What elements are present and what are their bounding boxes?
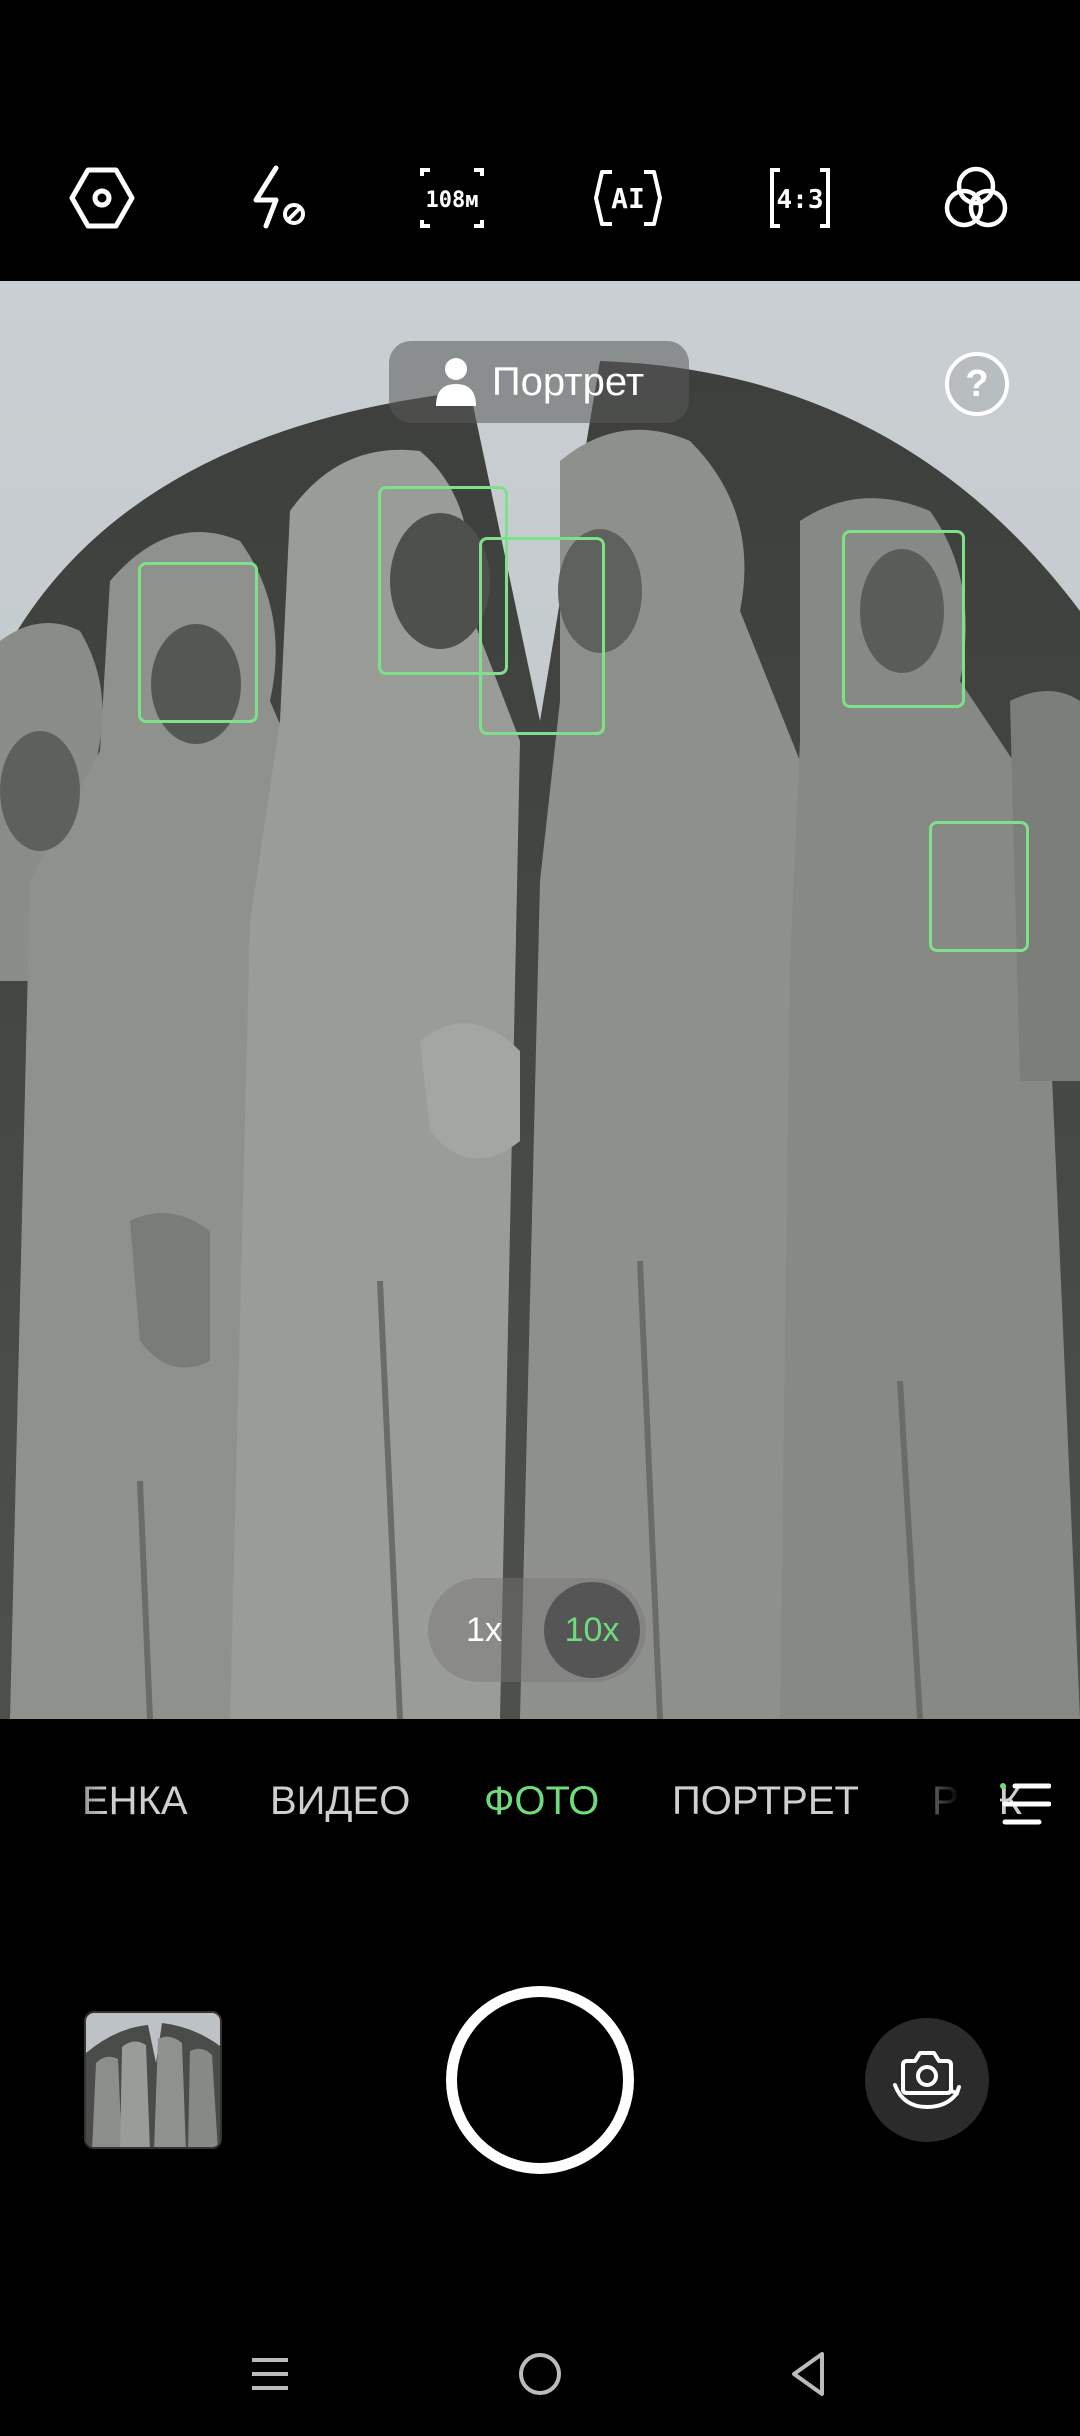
- ai-scene-icon: AI: [594, 170, 662, 226]
- nav-back-button[interactable]: [780, 2346, 836, 2402]
- gallery-thumbnail-image: [86, 2013, 220, 2147]
- aspect-ratio-icon: 4:3: [770, 168, 830, 228]
- camera-viewfinder[interactable]: Портрет ? 1x 10x: [0, 281, 1080, 1719]
- mode-item-video[interactable]: ВИДЕО: [270, 1779, 410, 1824]
- switch-camera-icon: [893, 2051, 961, 2110]
- portrait-mode-chip[interactable]: Портрет: [389, 341, 689, 423]
- settings-icon: [69, 167, 135, 229]
- camera-toolbar: 108м AI 4:3: [0, 0, 1080, 281]
- aspect-ratio-label: 4:3: [777, 185, 824, 215]
- face-detection-box: [929, 821, 1029, 952]
- scene-preview: [0, 281, 1080, 1719]
- resolution-button[interactable]: 108м: [412, 158, 492, 238]
- camera-mode-strip: ЕНКА ВИДЕО ФОТО ПОРТРЕТ РЕЖ: [0, 1719, 1080, 1899]
- flash-off-icon: [253, 165, 305, 229]
- mode-chip-label: Портрет: [491, 359, 645, 404]
- gallery-thumbnail[interactable]: [84, 2011, 222, 2149]
- person-icon: [435, 358, 476, 406]
- resolution-108m-icon: 108м: [420, 168, 484, 228]
- menu-icon: [252, 2358, 288, 2390]
- settings-button[interactable]: [62, 158, 142, 238]
- shutter-button[interactable]: [446, 1986, 634, 2174]
- more-modes-button[interactable]: [997, 1776, 1053, 1832]
- filters-button[interactable]: [936, 158, 1016, 238]
- face-detection-box: [138, 562, 258, 723]
- mode-strip-fade: [900, 1759, 1000, 1859]
- ai-scene-button[interactable]: AI: [588, 158, 668, 238]
- filters-icon: [944, 166, 1008, 228]
- resolution-label: 108м: [426, 188, 479, 213]
- aspect-ratio-button[interactable]: 4:3: [760, 158, 840, 238]
- mode-item-photo[interactable]: ФОТО: [484, 1779, 599, 1824]
- face-detection-box: [479, 537, 605, 735]
- help-button[interactable]: ?: [945, 352, 1009, 416]
- zoom-1x-button[interactable]: 1x: [436, 1582, 532, 1678]
- back-icon: [792, 2352, 824, 2396]
- mode-item-portrait[interactable]: ПОРТРЕТ: [672, 1779, 859, 1824]
- switch-camera-button[interactable]: [865, 2018, 989, 2142]
- zoom-selector: 1x 10x: [428, 1578, 646, 1682]
- home-icon: [519, 2353, 561, 2395]
- mode-strip-fade: [0, 1759, 110, 1859]
- more-modes-icon: [1000, 1783, 1051, 1825]
- nav-home-button[interactable]: [512, 2346, 568, 2402]
- nav-menu-button[interactable]: [242, 2346, 298, 2402]
- zoom-10x-button[interactable]: 10x: [544, 1582, 640, 1678]
- flash-button[interactable]: [236, 158, 316, 238]
- face-detection-box: [842, 530, 965, 708]
- ai-label: AI: [611, 182, 645, 215]
